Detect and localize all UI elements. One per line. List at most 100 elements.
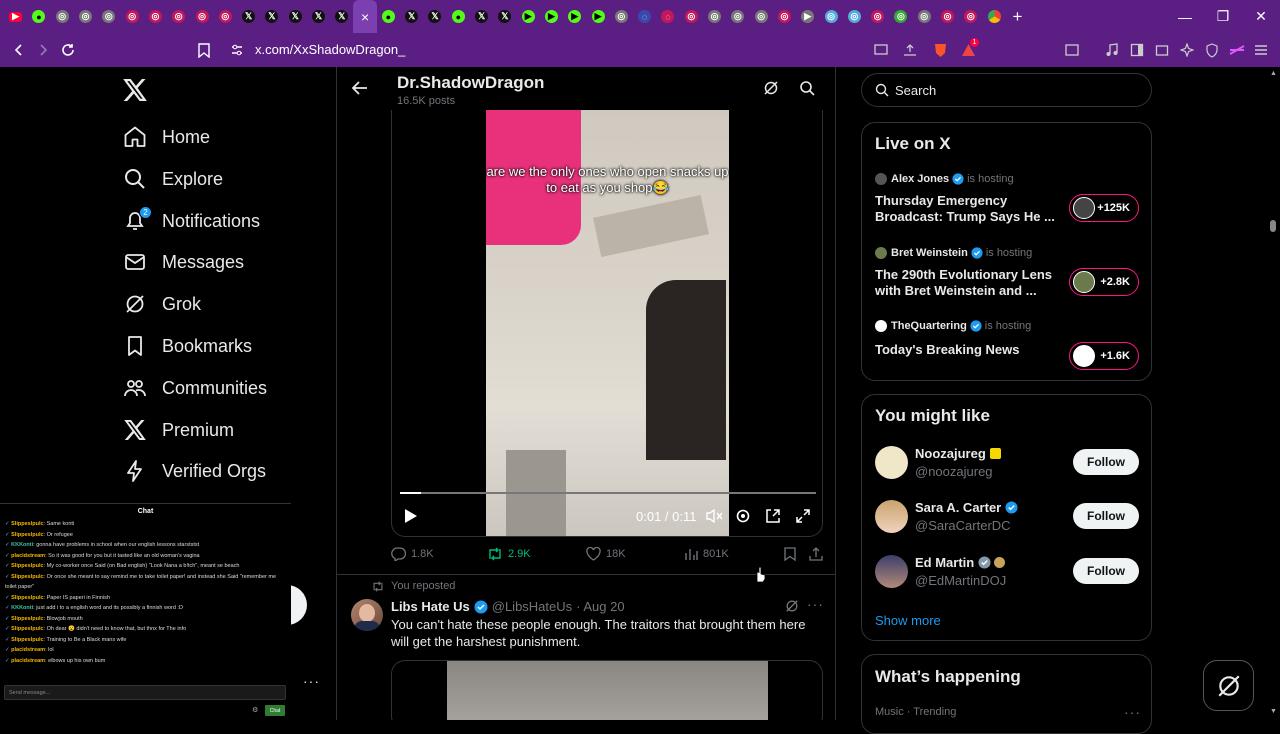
tab[interactable]: ◎ (97, 0, 120, 33)
nav-notifications[interactable]: 2 Notifications (122, 202, 260, 240)
tab[interactable]: ◎ (959, 0, 982, 33)
tab[interactable] (982, 0, 1005, 33)
tab[interactable]: 𝕏 (260, 0, 283, 33)
repost-button[interactable]: 2.9K (487, 547, 531, 561)
tab[interactable]: ◎ (843, 0, 866, 33)
tab[interactable]: ▶ (796, 0, 819, 33)
live-join-button[interactable]: +1.6K (1069, 342, 1139, 370)
avatar[interactable] (351, 599, 383, 631)
chat-input[interactable]: Send message... (4, 685, 286, 700)
new-tab-button[interactable]: + (1006, 0, 1029, 33)
grok-icon[interactable] (785, 599, 799, 613)
play-button[interactable] (402, 508, 418, 524)
back-arrow-icon[interactable] (351, 80, 369, 96)
close-window-button[interactable]: ✕ (1242, 0, 1280, 33)
bookmark-icon[interactable] (784, 547, 801, 561)
tab[interactable]: ◎ (819, 0, 842, 33)
tab-close-icon[interactable]: × (361, 9, 369, 25)
fullscreen-icon[interactable] (795, 508, 811, 524)
tab[interactable]: ◌ (656, 0, 679, 33)
nav-bookmarks[interactable]: Bookmarks (122, 327, 252, 365)
nav-messages[interactable]: Messages (122, 243, 244, 281)
bookmark-page-icon[interactable] (193, 40, 215, 60)
views-button[interactable]: 801K (684, 547, 729, 561)
grok-chat-button[interactable] (1203, 660, 1254, 711)
tab[interactable]: 𝕏 (423, 0, 446, 33)
tab[interactable]: 𝕏 (237, 0, 260, 33)
tab[interactable]: ▶ (517, 0, 540, 33)
follow-button[interactable]: Follow (1073, 449, 1139, 475)
grok-icon[interactable] (763, 80, 779, 96)
live-host[interactable]: Bret Weinstein is hosting (875, 247, 1032, 259)
tab[interactable]: ◎ (936, 0, 959, 33)
show-more-link[interactable]: Show more (875, 613, 941, 628)
tab[interactable]: ● (377, 0, 400, 33)
tab[interactable]: 𝕏 (470, 0, 493, 33)
tab[interactable]: ▶ (563, 0, 586, 33)
more-icon[interactable]: ··· (807, 596, 824, 612)
tab[interactable]: ● (447, 0, 470, 33)
pip-icon[interactable] (765, 508, 781, 524)
sidebar-toggle-icon[interactable] (1126, 40, 1148, 60)
tab[interactable]: ◎ (913, 0, 936, 33)
share-icon[interactable] (809, 547, 828, 561)
tab[interactable]: ◌ (633, 0, 656, 33)
x-logo-icon[interactable] (123, 79, 147, 101)
settings-gear-icon[interactable] (735, 508, 751, 524)
live-host[interactable]: TheQuartering is hosting (875, 320, 1031, 332)
suggested-account[interactable]: Noozajureg @noozajureg Follow (875, 444, 1140, 484)
share-icon[interactable] (899, 40, 921, 60)
brave-rewards-icon[interactable]: 1 (957, 38, 979, 60)
tab-active[interactable]: × (353, 0, 377, 33)
reload-button[interactable] (57, 40, 79, 60)
chat-username[interactable]: Slippeslpulc (11, 616, 43, 622)
chat-username[interactable]: Slippeslpulc (11, 574, 43, 580)
suggested-account[interactable]: Sara A. Carter @SaraCarterDC Follow (875, 498, 1140, 538)
tweet-author[interactable]: Libs Hate Us @LibsHateUs · Aug 20 (391, 599, 625, 614)
chat-username[interactable]: Slippeslpulc (11, 637, 43, 643)
search-icon[interactable] (799, 80, 815, 96)
scrollbar-thumb[interactable] (1270, 220, 1276, 232)
suggested-account[interactable]: Ed Martin @EdMartinDOJ Follow (875, 553, 1140, 593)
tab[interactable]: ◎ (214, 0, 237, 33)
chat-username[interactable]: KKKonti (11, 605, 33, 611)
tab[interactable]: 𝕏 (284, 0, 307, 33)
cast-icon[interactable] (870, 40, 892, 60)
scroll-up-icon[interactable]: ▲ (1270, 70, 1277, 77)
tab[interactable]: ◎ (889, 0, 912, 33)
chat-username[interactable]: Slippeslpulc (11, 626, 43, 632)
tab[interactable]: ▶ (4, 0, 27, 33)
tab[interactable]: ◎ (680, 0, 703, 33)
tab[interactable]: ◎ (120, 0, 143, 33)
tab[interactable]: 𝕏 (400, 0, 423, 33)
tab[interactable]: ◎ (750, 0, 773, 33)
chat-username[interactable]: placidstream (11, 658, 45, 664)
tab[interactable]: ◎ (866, 0, 889, 33)
tab[interactable]: ◎ (610, 0, 633, 33)
live-title[interactable]: The 290th Evolutionary Lens with Bret We… (875, 267, 1055, 299)
scroll-down-icon[interactable]: ▼ (1270, 708, 1277, 715)
restore-button[interactable]: ❐ (1204, 0, 1242, 33)
tab[interactable]: 𝕏 (307, 0, 330, 33)
tab[interactable]: ◎ (167, 0, 190, 33)
nav-communities[interactable]: Communities (122, 369, 267, 407)
extensions-icon[interactable] (1061, 40, 1083, 60)
tab[interactable]: ◎ (144, 0, 167, 33)
like-button[interactable]: 18K (586, 547, 626, 561)
music-icon[interactable] (1101, 40, 1123, 60)
gear-icon[interactable]: ⚙ (252, 706, 258, 714)
tab[interactable]: ◎ (726, 0, 749, 33)
account-more-icon[interactable]: ··· (303, 673, 320, 689)
chat-username[interactable]: placidstream (11, 553, 45, 559)
nav-verified-orgs[interactable]: Verified Orgs (122, 452, 266, 490)
vpn-icon[interactable] (1201, 40, 1223, 60)
wallet-icon[interactable] (1151, 40, 1173, 60)
search-input[interactable]: Search (861, 73, 1152, 107)
tab[interactable]: ◎ (74, 0, 97, 33)
reply-button[interactable]: 1.8K (391, 547, 434, 561)
tab[interactable]: 𝕏 (493, 0, 516, 33)
minimize-button[interactable]: — (1166, 0, 1204, 33)
more-icon[interactable]: ··· (1124, 704, 1141, 720)
nav-home[interactable]: Home (122, 118, 210, 156)
tab[interactable]: ◎ (190, 0, 213, 33)
